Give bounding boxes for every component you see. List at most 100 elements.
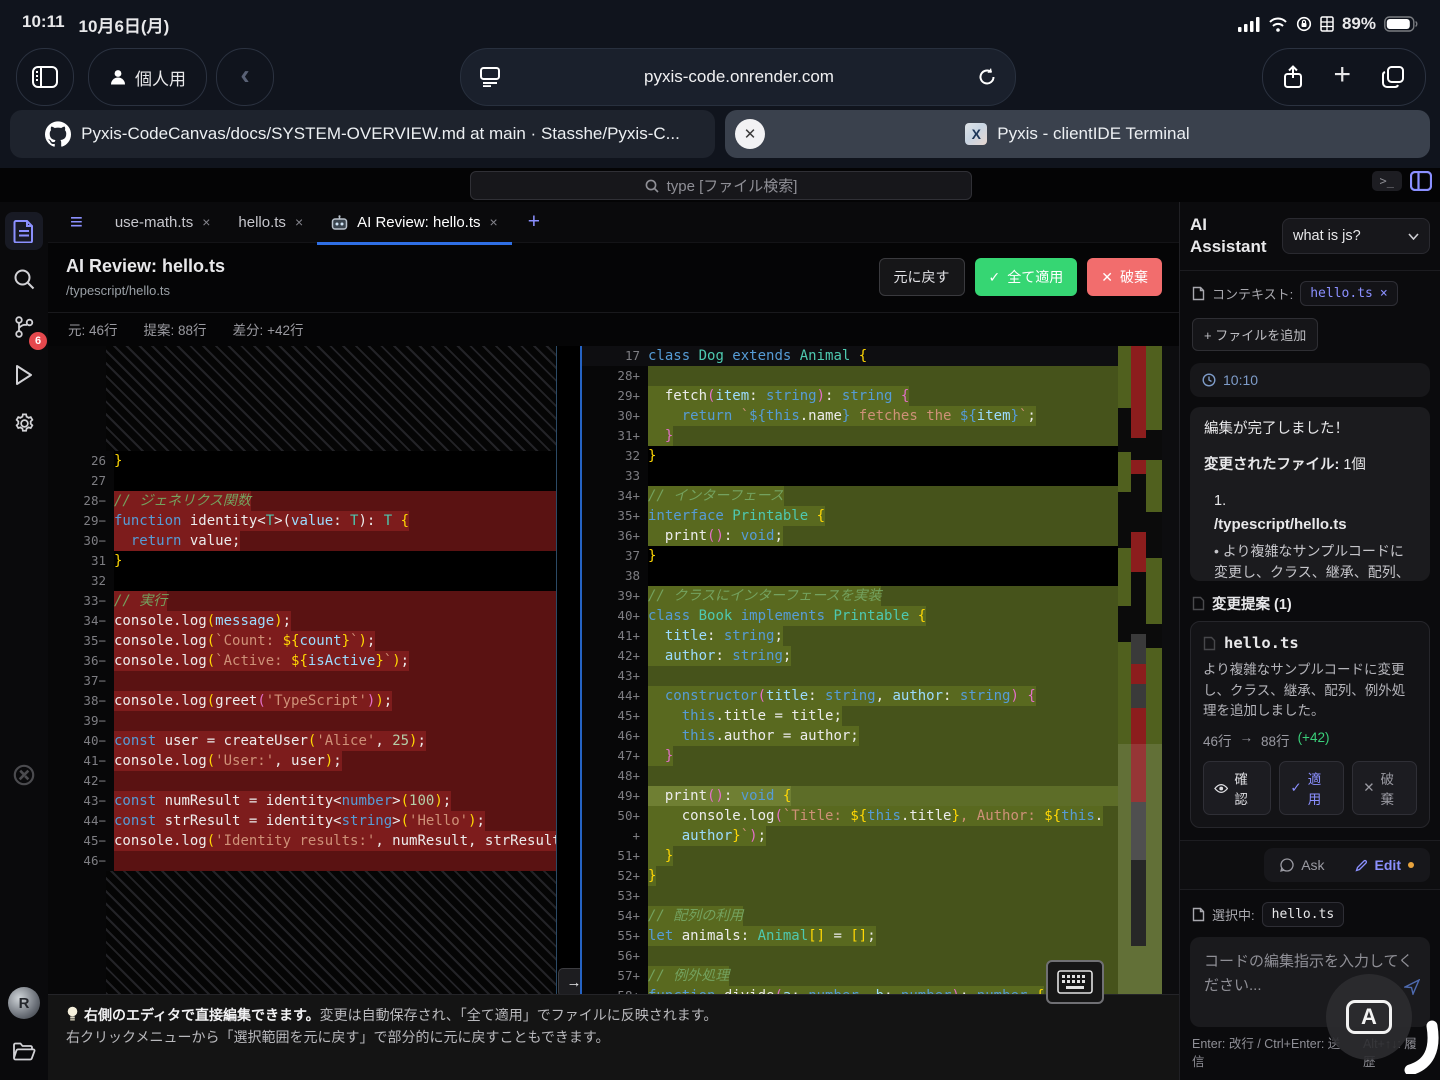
diff-line[interactable]: 43+ <box>582 666 1120 686</box>
tab-close-button[interactable]: ✕ <box>735 119 765 149</box>
diff-line[interactable]: 39− <box>48 711 556 731</box>
diff-line[interactable]: 33−// 実行 <box>48 591 556 611</box>
diff-line[interactable]: 27 <box>48 471 556 491</box>
diff-line[interactable]: 34−console.log(message); <box>48 611 556 631</box>
remove-context-icon[interactable]: × <box>1380 286 1388 301</box>
address-bar[interactable]: pyxis-code.onrender.com <box>460 48 1016 106</box>
diff-line[interactable]: 34+// インターフェース <box>582 486 1120 506</box>
back-button[interactable]: ‹ <box>216 48 274 106</box>
diff-line[interactable]: 57+// 例外処理 <box>582 966 1120 986</box>
sidebar-item-search[interactable] <box>5 260 43 298</box>
diff-line[interactable]: 38 <box>582 566 1120 586</box>
diff-line[interactable]: 32} <box>582 446 1120 466</box>
sidebar-item-source-control[interactable]: 6 <box>5 308 43 346</box>
ai-session-dropdown[interactable]: what is js? <box>1282 218 1430 254</box>
minimap-viewport[interactable] <box>1118 744 1162 1016</box>
diff-line[interactable]: 35−console.log(`Count: ${count}`); <box>48 631 556 651</box>
browser-tab-github[interactable]: Pyxis-CodeCanvas/docs/SYSTEM-OVERVIEW.md… <box>10 110 715 158</box>
send-icon[interactable] <box>1404 979 1420 995</box>
discard-proposal-button[interactable]: ✕破棄 <box>1352 761 1417 815</box>
editor-tab-hello[interactable]: hello.ts × <box>224 202 317 242</box>
diff-line[interactable]: 36−console.log(`Active: ${isActive}`); <box>48 651 556 671</box>
diff-line[interactable]: 41+ title: string; <box>582 626 1120 646</box>
sidebar-item-settings[interactable] <box>5 404 43 442</box>
diff-line[interactable]: 37} <box>582 546 1120 566</box>
file-search-input[interactable]: type [ファイル検索] <box>470 171 972 200</box>
diff-line[interactable]: 38−console.log(greet('TypeScript')); <box>48 691 556 711</box>
diff-line[interactable]: 35+interface Printable { <box>582 506 1120 526</box>
share-icon[interactable] <box>1283 65 1303 89</box>
diff-line[interactable]: 44−const strResult = identity<string>('H… <box>48 811 556 831</box>
diff-line[interactable]: 52+} <box>582 866 1120 886</box>
discard-button[interactable]: ✕破棄 <box>1087 258 1162 296</box>
diff-line[interactable]: 53+ <box>582 886 1120 906</box>
diff-line[interactable]: 56+ <box>582 946 1120 966</box>
diff-minimap[interactable] <box>1118 346 1162 1017</box>
software-keyboard-button[interactable] <box>1046 960 1104 1004</box>
diff-line[interactable]: 30− return value; <box>48 531 556 551</box>
diff-line[interactable]: 46+ this.author = author; <box>582 726 1120 746</box>
context-file-chip[interactable]: hello.ts × <box>1300 281 1397 306</box>
scrollbar-track[interactable] <box>1162 346 1180 1017</box>
diff-line[interactable]: 44+ constructor(title: string, author: s… <box>582 686 1120 706</box>
diff-line[interactable]: 43−const numResult = identity<number>(10… <box>48 791 556 811</box>
sidebar-item-tools[interactable] <box>5 756 43 794</box>
sidebar-item-folder[interactable] <box>5 1032 43 1070</box>
new-tab-icon[interactable]: + <box>1333 58 1351 92</box>
diff-line[interactable]: 33 <box>582 466 1120 486</box>
diff-line[interactable]: 40+class Book implements Printable { <box>582 606 1120 626</box>
assistive-touch-button[interactable]: A <box>1326 974 1412 1060</box>
diff-line[interactable]: 46− <box>48 851 556 871</box>
panel-toggle-icon[interactable] <box>1410 171 1432 191</box>
diff-pane-proposed[interactable]: 17class Dog extends Animal { 28+29+ fetc… <box>580 346 1120 1017</box>
diff-line[interactable]: 36+ print(): void; <box>582 526 1120 546</box>
diff-line[interactable]: 55+let animals: Animal[] = []; <box>582 926 1120 946</box>
diff-line[interactable]: 31+ } <box>582 426 1120 446</box>
diff-line[interactable]: 47+ } <box>582 746 1120 766</box>
sidebar-item-run[interactable] <box>5 356 43 394</box>
diff-line[interactable]: 29+ fetch(item: string): string { <box>582 386 1120 406</box>
terminal-button[interactable]: >_ <box>1372 171 1402 191</box>
browser-tab-pyxis[interactable]: ✕ X Pyxis - clientIDE Terminal <box>725 110 1430 158</box>
sidebar-toggle-button[interactable] <box>16 48 74 106</box>
diff-line[interactable]: 51+ } <box>582 846 1120 866</box>
diff-line[interactable]: 48+ <box>582 766 1120 786</box>
diff-line[interactable]: 28−// ジェネリクス関数 <box>48 491 556 511</box>
editor-tab-use-math[interactable]: use-math.ts × <box>101 202 225 242</box>
diff-line[interactable]: 42− <box>48 771 556 791</box>
profile-button[interactable]: 個人用 <box>88 48 207 106</box>
close-icon[interactable]: × <box>490 214 498 230</box>
diff-line[interactable]: + author}`); <box>582 826 1120 846</box>
tab-menu-icon[interactable]: ≡ <box>48 209 101 235</box>
editor-tab-ai-review[interactable]: AI Review: hello.ts × <box>317 199 512 245</box>
add-file-button[interactable]: + ファイルを追加 <box>1192 318 1318 351</box>
close-icon[interactable]: × <box>202 214 210 230</box>
diff-line[interactable]: 29−function identity<T>(value: T): T { <box>48 511 556 531</box>
diff-line[interactable]: 54+// 配列の利用 <box>582 906 1120 926</box>
diff-line[interactable]: 31} <box>48 551 556 571</box>
diff-line[interactable]: 50+ console.log(`Title: ${this.title}, A… <box>582 806 1120 826</box>
diff-line[interactable]: 32 <box>48 571 556 591</box>
diff-pane-original[interactable]: 26}2728−// ジェネリクス関数29−function identity<… <box>48 346 557 1017</box>
diff-line[interactable]: 45+ this.title = title; <box>582 706 1120 726</box>
new-editor-tab-button[interactable]: + <box>512 210 556 234</box>
diff-line[interactable]: 41−console.log('User:', user); <box>48 751 556 771</box>
confirm-button[interactable]: 確認 <box>1203 761 1271 815</box>
diff-line[interactable]: 37− <box>48 671 556 691</box>
user-avatar[interactable]: R <box>5 984 43 1022</box>
reload-icon[interactable] <box>977 67 997 87</box>
diff-line[interactable]: 49+ print(): void { <box>582 786 1120 806</box>
apply-all-button[interactable]: ✓全て適用 <box>975 258 1078 296</box>
mode-edit-button[interactable]: Edit <box>1342 851 1427 879</box>
diff-line[interactable]: 30+ return `${this.name} fetches the ${i… <box>582 406 1120 426</box>
diff-line[interactable]: 42+ author: string; <box>582 646 1120 666</box>
diff-line[interactable]: 40−const user = createUser('Alice', 25); <box>48 731 556 751</box>
diff-line[interactable]: 45−console.log('Identity results:', numR… <box>48 831 556 851</box>
apply-button[interactable]: ✓適用 <box>1279 761 1344 815</box>
diff-line[interactable]: 39+// クラスにインターフェースを実装 <box>582 586 1120 606</box>
close-icon[interactable]: × <box>295 214 303 230</box>
sidebar-item-files[interactable] <box>5 212 43 250</box>
diff-line[interactable]: 17class Dog extends Animal { <box>582 346 1120 366</box>
tabs-icon[interactable] <box>1381 65 1405 89</box>
mode-ask-button[interactable]: Ask <box>1267 851 1337 879</box>
